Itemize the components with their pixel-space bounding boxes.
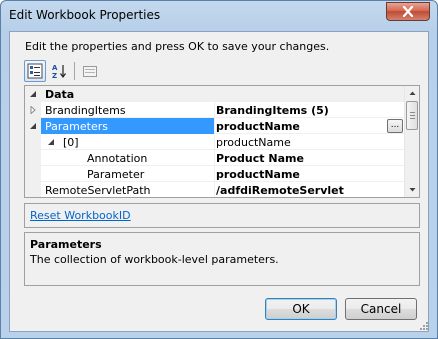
category-row-data[interactable]: Data [25, 86, 404, 102]
scroll-up-icon[interactable] [409, 90, 416, 97]
svg-text:A: A [52, 64, 58, 72]
ok-button[interactable]: OK [265, 298, 337, 320]
title-bar: Edit Workbook Properties [1, 1, 437, 31]
property-value[interactable]: Product Name [216, 151, 304, 166]
property-value[interactable]: /adfdiRemoteServlet [216, 183, 344, 197]
toolbar-separator [74, 62, 75, 80]
property-name: Parameters [45, 120, 108, 133]
property-value[interactable]: productName [216, 167, 300, 182]
dialog-title: Edit Workbook Properties [9, 8, 161, 22]
cancel-button[interactable]: Cancel [345, 298, 417, 320]
property-row[interactable]: BrandingItems BrandingItems (5) [25, 102, 404, 118]
category-label: Data [45, 88, 75, 101]
property-name: [0] [63, 136, 79, 149]
reset-workbookid-link[interactable]: Reset WorkbookID [30, 209, 131, 222]
commands-pane: Reset WorkbookID [24, 203, 420, 228]
dialog-window: Edit Workbook Properties Edit the proper… [0, 0, 438, 339]
property-pages-button[interactable] [79, 60, 101, 82]
property-row[interactable]: [0] productName [25, 134, 404, 150]
close-icon [402, 6, 414, 17]
description-text: The collection of workbook-level paramet… [30, 253, 279, 266]
scrollbar-thumb[interactable] [406, 101, 418, 130]
property-grid-toolbar: A Z [24, 59, 103, 83]
svg-text:Z: Z [52, 72, 57, 79]
property-name: BrandingItems [45, 104, 126, 117]
property-row[interactable]: Annotation Product Name [25, 150, 404, 166]
ellipsis-button[interactable]: ... [387, 119, 403, 133]
instructions-text: Edit the properties and press OK to save… [25, 40, 330, 53]
dialog-body: Edit the properties and press OK to save… [9, 31, 429, 332]
property-pages-icon [83, 66, 97, 77]
property-name: RemoteServletPath [45, 184, 151, 197]
categorized-button[interactable] [24, 60, 46, 82]
property-value[interactable]: productName [216, 119, 300, 134]
description-pane: Parameters The collection of workbook-le… [24, 232, 420, 286]
property-row[interactable]: Parameter productName [25, 166, 404, 182]
property-name: Parameter [87, 168, 145, 181]
property-row-selected[interactable]: Parameters productName ... [25, 118, 404, 134]
property-grid: Data BrandingItems BrandingItems (5) Par… [24, 85, 420, 198]
close-button[interactable] [386, 2, 430, 21]
property-row[interactable]: RemoteServletPath /adfdiRemoteServlet [25, 182, 404, 197]
collapse-icon[interactable] [47, 138, 55, 146]
expand-icon[interactable] [29, 106, 37, 114]
collapse-icon[interactable] [29, 122, 37, 130]
resize-grip-icon[interactable] [418, 320, 428, 330]
property-value[interactable]: BrandingItems (5) [216, 103, 329, 118]
alphabetical-button[interactable]: A Z [48, 60, 70, 82]
property-name: Annotation [87, 152, 148, 165]
collapse-icon[interactable] [29, 90, 37, 98]
description-title: Parameters [30, 238, 102, 251]
vertical-scrollbar[interactable] [404, 86, 419, 197]
categorized-view-icon [27, 63, 43, 79]
sort-alphabetical-icon: A Z [52, 64, 66, 79]
property-value[interactable]: productName [216, 135, 291, 150]
scroll-down-icon[interactable] [409, 186, 416, 193]
